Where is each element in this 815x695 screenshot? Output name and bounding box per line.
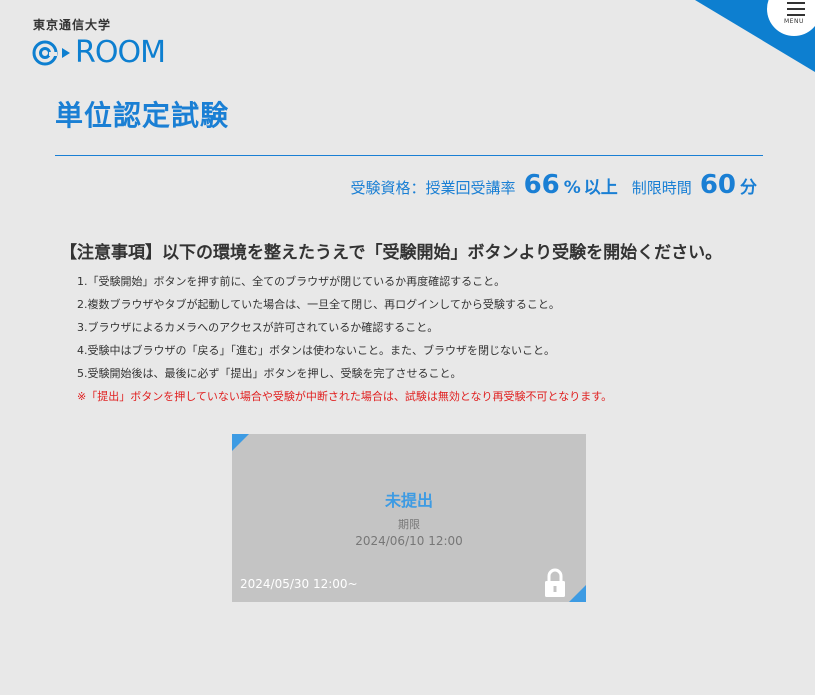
attendance-unit: % (563, 178, 581, 198)
attendance-suffix: 以上 (583, 178, 618, 198)
title-divider (55, 155, 763, 156)
notice-heading: 【注意事項】以下の環境を整えたうえで「受験開始」ボタンより受験を開始ください。 (60, 243, 723, 263)
notice-item: 5.受験開始後は、最後に必ず「提出」ボタンを押し、受験を完了させること。 (77, 367, 462, 380)
notice-item: 2.複数ブラウザやタブが起動していた場合は、一旦全て閉じ、再ログインしてから受験… (77, 298, 560, 311)
logo-text: ROOM (75, 35, 166, 70)
deadline-label: 期限 (398, 518, 420, 531)
qualification-label: 受験資格：授業回受講率 (350, 179, 516, 197)
lock-icon (545, 568, 565, 597)
start-datetime: 2024/05/30 12:00~ (240, 577, 358, 591)
notice-item: 3.ブラウザによるカメラへのアクセスが許可されているか確認すること。 (77, 321, 439, 334)
attendance-value: 66 (523, 170, 560, 200)
university-name: 東京通信大学 (33, 18, 112, 32)
deadline-value: 2024/06/10 12:00 (355, 534, 463, 548)
site-logo[interactable]: ROOM (32, 35, 166, 70)
page-title: 単位認定試験 (55, 99, 230, 132)
exam-card[interactable]: 未提出 期限 2024/06/10 12:00 2024/05/30 12:00… (232, 434, 586, 602)
notice-item: 4.受験中はブラウザの「戻る」「進む」ボタンは使わないこと。また、ブラウザを閉じ… (77, 344, 555, 357)
card-corner-marker (569, 585, 586, 602)
at-logo-icon (32, 40, 58, 66)
notice-item: 1.「受験開始」ボタンを押す前に、全てのブラウザが閉じているか再度確認すること。 (77, 275, 506, 288)
exam-status: 未提出 (384, 491, 433, 510)
menu-label: MENU (784, 18, 804, 25)
card-corner-marker (232, 434, 249, 451)
time-limit-label: 制限時間 (631, 179, 692, 197)
play-arrow-icon (62, 48, 70, 58)
notice-list: 1.「受験開始」ボタンを押す前に、全てのブラウザが閉じているか再度確認すること。… (77, 273, 612, 411)
time-limit-value: 60 (699, 170, 736, 200)
notice-warning: ※「提出」ボタンを押していない場合や受験が中断された場合は、試験は無効となり再受… (77, 390, 613, 403)
time-limit-unit: 分 (740, 178, 757, 198)
exam-requirements: 受験資格：授業回受講率 66 % 以上 制限時間 60 分 (351, 170, 757, 200)
